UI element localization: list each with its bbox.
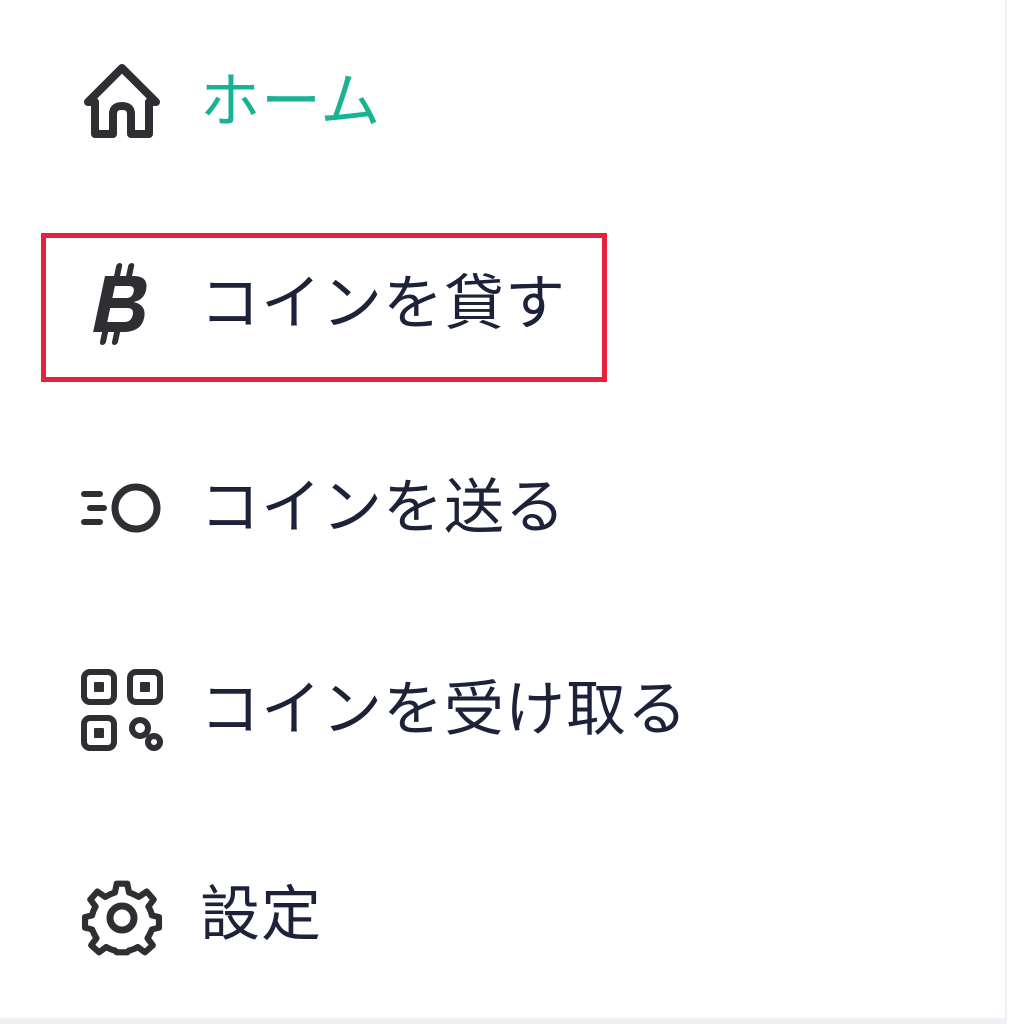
menu-item-label: コインを貸す: [200, 269, 566, 339]
menu-item-home[interactable]: ホーム: [80, 52, 381, 152]
menu-item-lend-coin[interactable]: コインを貸す: [80, 254, 566, 354]
menu-item-label: コインを送る: [200, 473, 566, 543]
side-menu: ホーム コインを貸す コインを送る コインを受け取る 設定: [0, 0, 1007, 1024]
menu-item-label: 設定: [200, 880, 322, 950]
menu-item-send-coin[interactable]: コインを送る: [80, 458, 566, 558]
menu-item-label: ホーム: [200, 67, 382, 137]
menu-item-settings[interactable]: 設定: [80, 865, 322, 965]
bitcoin-icon: [80, 262, 164, 346]
gear-icon: [80, 873, 164, 957]
menu-item-receive-coin[interactable]: コインを受け取る: [80, 660, 688, 760]
home-icon: [80, 60, 164, 144]
qr-code-icon: [80, 668, 164, 752]
menu-item-label: コインを受け取る: [200, 675, 688, 745]
send-coin-icon: [80, 466, 164, 550]
